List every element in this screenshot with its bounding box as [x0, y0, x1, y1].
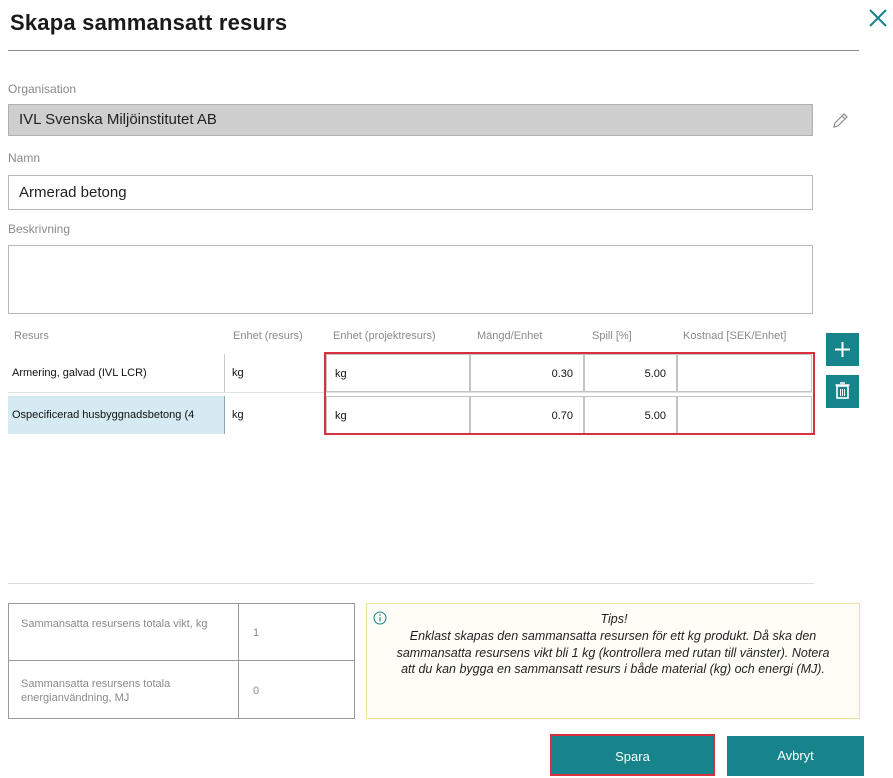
total-energy-label: Sammansatta resursens totala energianvän… [21, 678, 171, 704]
section-divider [8, 583, 814, 584]
total-energy-value: 0 [253, 685, 260, 697]
description-label: Beskrivning [8, 222, 71, 236]
unit-resource-cell: kg [224, 354, 324, 392]
cancel-button[interactable]: Avbryt [727, 736, 864, 776]
highlight-frame [324, 352, 815, 435]
save-button[interactable]: Spara [550, 734, 715, 776]
name-input[interactable]: Armerad betong [8, 175, 813, 210]
organisation-label: Organisation [8, 82, 77, 96]
resource-name-cell: Armering, galvad (IVL LCR) [12, 367, 147, 379]
tips-title: Tips! [600, 612, 628, 626]
resource-name-cell: Ospecificerad husbyggnadsbetong (4 [8, 396, 224, 434]
close-icon[interactable] [864, 4, 892, 32]
add-row-button[interactable] [826, 333, 859, 366]
trash-icon [835, 382, 850, 399]
column-header-enhet-projektresurs: Enhet (projektresurs) [333, 330, 436, 342]
column-header-mangd-enhet: Mängd/Enhet [477, 330, 543, 342]
column-header-enhet-resurs: Enhet (resurs) [233, 330, 303, 342]
column-header-kostnad: Kostnad [SEK/Enhet] [683, 330, 787, 342]
total-weight-value-box: 1 [238, 603, 355, 661]
total-weight-value: 1 [253, 627, 260, 639]
title-divider [8, 50, 859, 51]
delete-row-button[interactable] [826, 375, 859, 408]
pencil-icon[interactable] [827, 108, 853, 134]
column-header-spill: Spill [%] [592, 330, 632, 342]
plus-icon [835, 342, 850, 357]
total-weight-label: Sammansatta resursens totala vikt, kg [21, 618, 208, 630]
column-header-resurs: Resurs [14, 330, 49, 342]
dialog-title: Skapa sammansatt resurs [10, 10, 288, 35]
name-label: Namn [8, 151, 41, 165]
total-weight-label-box: Sammansatta resursens totala vikt, kg [8, 603, 239, 661]
unit-resource-cell: kg [224, 396, 324, 434]
total-energy-value-box: 0 [238, 660, 355, 719]
tips-text: Enklast skapas den sammansatta resursen … [396, 629, 830, 676]
tips-box: Tips! Enklast skapas den sammansatta res… [366, 603, 860, 719]
organisation-field: IVL Svenska Miljöinstitutet AB [8, 104, 813, 136]
description-textarea[interactable] [8, 245, 813, 314]
total-energy-label-box: Sammansatta resursens totala energianvän… [8, 660, 239, 719]
